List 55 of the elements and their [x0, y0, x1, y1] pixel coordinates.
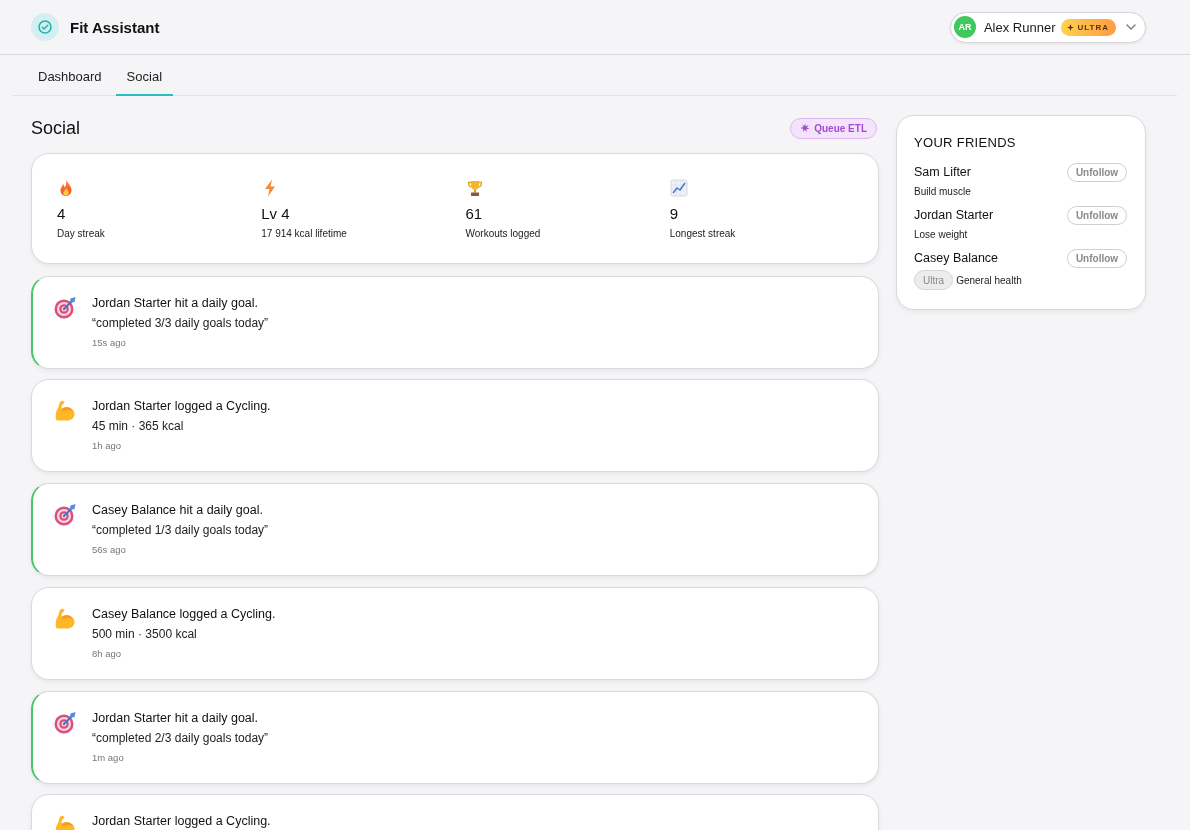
- feed-time: 1m ago: [92, 750, 125, 765]
- unfollow-button[interactable]: Unfollow: [1067, 248, 1127, 268]
- friend-goal: General health: [956, 274, 1022, 286]
- friend-name: Jordan Starter: [914, 208, 994, 222]
- user-menu-button[interactable]: AR Alex Runner ULTRA: [949, 11, 1146, 43]
- stat-label: 17 914 kcal lifetime: [261, 228, 347, 240]
- friend-goal: Lose weight: [914, 228, 968, 240]
- feed-title: Jordan Starter logged a Cycling.: [92, 398, 271, 415]
- target-icon: [53, 710, 77, 735]
- section-title: YOUR FRIENDS: [914, 135, 1017, 151]
- feed-detail: 45 min · 365 kcal: [92, 418, 185, 436]
- feed-title: Jordan Starter logged a Cycling.: [92, 813, 271, 830]
- feed-title: Casey Balance logged a Cycling.: [92, 605, 276, 622]
- feed-time: 8h ago: [92, 646, 123, 661]
- tier-badge: ULTRA: [1061, 18, 1116, 36]
- stat-label: Longest streak: [669, 228, 736, 240]
- unfollow-button[interactable]: Unfollow: [1067, 162, 1127, 182]
- tab[interactable]: Social: [115, 55, 174, 96]
- feed-detail: 500 min · 3500 kcal: [92, 625, 198, 643]
- feed-detail: “completed 3/3 daily goals today”: [92, 314, 269, 332]
- feed-time: 15s ago: [92, 335, 127, 350]
- stat-value: Lv 4: [261, 205, 290, 223]
- line-chart-icon: [669, 179, 688, 197]
- feed-detail: “completed 1/3 daily goals today”: [92, 522, 269, 540]
- trophy-icon: [465, 179, 484, 197]
- check-circle-icon: [31, 13, 59, 41]
- feed-time: 1h ago: [92, 439, 123, 454]
- starburst-icon: [800, 123, 811, 133]
- feed-detail: “completed 2/3 daily goals today”: [92, 729, 269, 747]
- stat-label: Workouts logged: [465, 228, 541, 240]
- chevron-down-icon: [1126, 24, 1136, 30]
- page-title: Social: [31, 117, 81, 139]
- unfollow-button[interactable]: Unfollow: [1067, 205, 1127, 225]
- avatar: AR: [953, 16, 976, 38]
- flexed-arm-icon: [53, 606, 77, 631]
- feed-title: Casey Balance hit a daily goal.: [92, 502, 264, 519]
- feed-title: Jordan Starter hit a daily goal.: [92, 709, 260, 726]
- tier-badge: Ultra: [914, 270, 954, 290]
- flexed-arm-icon: [53, 399, 77, 424]
- stat-label: Day streak: [57, 228, 105, 240]
- target-icon: [53, 503, 77, 528]
- friend-goal: Build muscle: [914, 185, 971, 197]
- sparkle-icon: [1067, 23, 1075, 31]
- stat-value: 61: [465, 205, 483, 223]
- friend-name: Sam Lifter: [914, 165, 971, 179]
- target-icon: [53, 295, 77, 320]
- feed-title: Jordan Starter hit a daily goal.: [92, 294, 260, 311]
- feed-time: 56s ago: [92, 543, 127, 558]
- stat-value: 4: [57, 205, 66, 223]
- app-title: Fit Assistant: [70, 18, 160, 36]
- stat-value: 9: [669, 205, 679, 223]
- tab[interactable]: Dashboard: [27, 55, 113, 96]
- queue-etl-button[interactable]: Queue ETL: [790, 117, 877, 139]
- friend-name: Casey Balance: [914, 251, 999, 265]
- user-name: Alex Runner: [983, 19, 1056, 35]
